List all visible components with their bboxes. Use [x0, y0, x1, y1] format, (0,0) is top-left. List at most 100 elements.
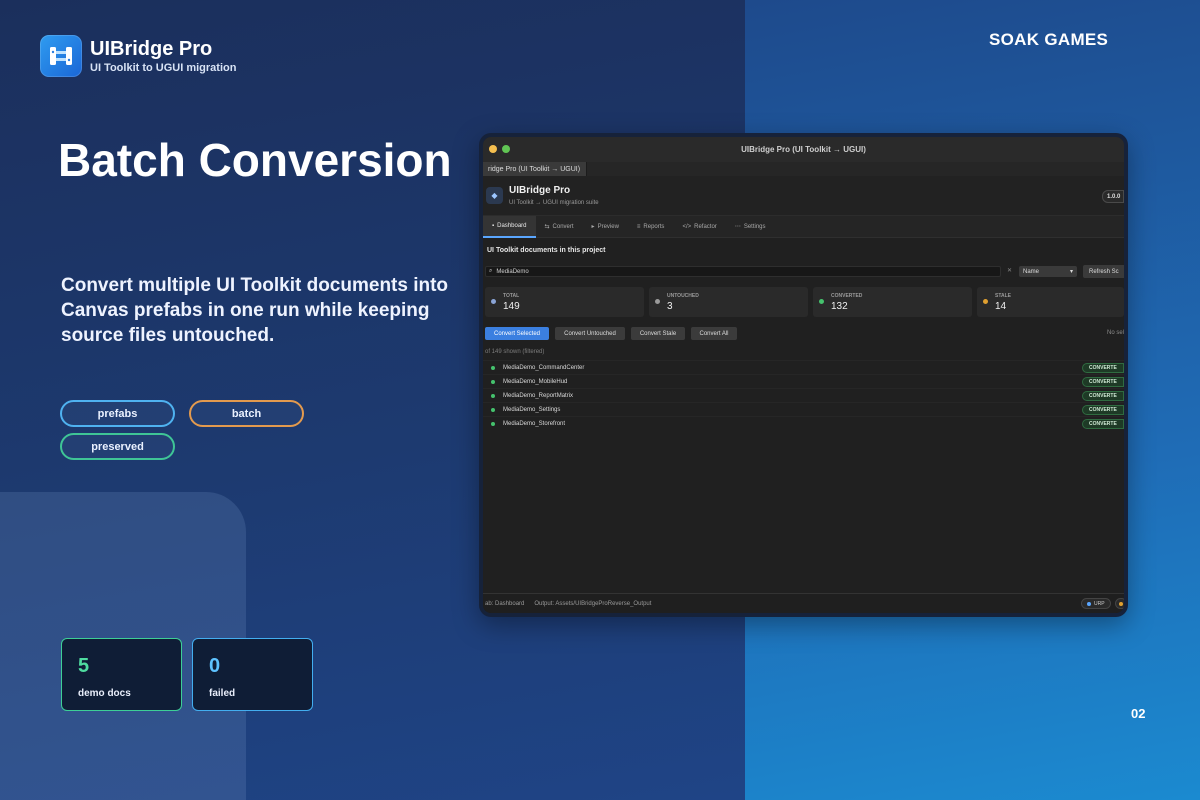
code-icon: </>: [682, 223, 692, 230]
refresh-button[interactable]: Refresh Sc: [1083, 265, 1124, 278]
status-pill-2[interactable]: [1115, 598, 1124, 609]
stat-card-total: TOTAL 149: [485, 287, 644, 317]
window-title: UIBridge Pro (UI Toolkit → UGUI): [741, 145, 866, 154]
stat-demo-docs: 5 demo docs: [61, 638, 182, 711]
stat-card-key: CONVERTED: [831, 293, 863, 299]
tab-label: Reports: [643, 223, 665, 230]
status-dot: [1119, 601, 1123, 606]
page-number: 02: [1131, 706, 1146, 721]
app-subtitle: UI Toolkit → UGUI migration suite: [509, 200, 599, 206]
status-tab: ab: Dashboard: [485, 600, 525, 607]
tab-reports[interactable]: ≡ Reports: [628, 216, 674, 238]
list-item[interactable]: MediaDemo_ReportMatrix CONVERTE: [483, 388, 1124, 402]
tag-preserved: preserved: [60, 433, 175, 460]
tab-refactor[interactable]: </> Refactor: [673, 216, 725, 238]
stat-card-converted: CONVERTED 132: [813, 287, 972, 317]
status-dot: [983, 299, 988, 304]
stat-card-key: TOTAL: [503, 293, 520, 299]
stat-card-stale: STALE 14: [977, 287, 1124, 317]
action-row: Convert Selected Convert Untouched Conve…: [483, 324, 1124, 346]
search-row: ⌕ MediaDemo ✕ Name ▾ Refresh Sc: [483, 265, 1124, 287]
app-header: ◆ UIBridge Pro UI Toolkit → UGUI migrati…: [483, 176, 1124, 216]
app-title: UIBridge Pro: [509, 185, 571, 196]
filter-info: of 149 shown (filtered): [485, 349, 545, 355]
stat-label: demo docs: [78, 688, 131, 699]
tag-prefabs: prefabs: [60, 400, 175, 427]
document-name: MediaDemo_Settings: [503, 406, 561, 413]
nav-tabs: ▪ Dashboard ⇆ Convert ▸ Preview ≡ Report…: [483, 215, 1124, 238]
convert-untouched-button[interactable]: Convert Untouched: [555, 327, 625, 340]
status-dot: [819, 299, 824, 304]
stat-cards: TOTAL 149 UNTOUCHED 3 CONVERTED 132 STAL…: [483, 287, 1124, 321]
tab-settings[interactable]: ⋯ Settings: [726, 216, 775, 238]
stat-card-untouched: UNTOUCHED 3: [649, 287, 808, 317]
stat-label: failed: [209, 688, 236, 699]
editor-tab[interactable]: ridge Pro (UI Toolkit → UGUI): [483, 162, 588, 176]
tag-batch: batch: [189, 400, 304, 427]
status-dot: [491, 365, 495, 370]
document-name: MediaDemo_ReportMatrix: [503, 392, 574, 399]
search-value: MediaDemo: [496, 268, 529, 275]
stat-value: 5: [78, 655, 90, 677]
list-item[interactable]: MediaDemo_CommandCenter CONVERTE: [483, 360, 1124, 374]
app-window-frame: UIBridge Pro (UI Toolkit → UGUI) ridge P…: [479, 133, 1128, 617]
tab-preview[interactable]: ▸ Preview: [583, 216, 628, 238]
tab-label: Preview: [597, 223, 619, 230]
version-badge: 1.0.0: [1102, 190, 1124, 203]
sort-value: Name: [1023, 268, 1040, 275]
list-item[interactable]: MediaDemo_MobileHud CONVERTE: [483, 374, 1124, 388]
editor-tabstrip: ridge Pro (UI Toolkit → UGUI): [483, 162, 1124, 176]
tab-label: Settings: [743, 223, 766, 230]
list-item[interactable]: MediaDemo_Settings CONVERTE: [483, 402, 1124, 416]
window-titlebar: UIBridge Pro (UI Toolkit → UGUI): [483, 137, 1124, 162]
stat-card-value: 14: [995, 301, 1007, 312]
description: Convert multiple UI Toolkit documents in…: [61, 275, 449, 346]
tab-convert[interactable]: ⇆ Convert: [536, 216, 583, 238]
status-badge: CONVERTE: [1082, 391, 1124, 401]
render-pipeline-pill[interactable]: URP: [1081, 598, 1111, 609]
list-item[interactable]: MediaDemo_Storefront CONVERTE: [483, 416, 1124, 430]
sort-dropdown[interactable]: Name ▾: [1019, 266, 1077, 277]
status-badge: CONVERTE: [1082, 377, 1124, 387]
status-bar: ab: Dashboard Output: Assets/UIBridgePro…: [483, 593, 1124, 613]
stat-card-value: 132: [831, 301, 848, 312]
minimize-button[interactable]: [489, 145, 497, 153]
status-badge: CONVERTE: [1082, 419, 1124, 429]
convert-all-button[interactable]: Convert All: [691, 327, 737, 340]
app-icon: ◆: [486, 187, 503, 204]
zoom-button[interactable]: [502, 145, 510, 153]
tab-label: Refactor: [694, 223, 717, 230]
stat-card-key: UNTOUCHED: [667, 293, 699, 299]
app-window: UIBridge Pro (UI Toolkit → UGUI) ridge P…: [483, 137, 1124, 613]
status-output-path: Output: Assets/UIBridgeProReverse_Output: [534, 600, 652, 607]
dashboard-icon: ▪: [492, 222, 495, 229]
document-name: MediaDemo_MobileHud: [503, 378, 568, 385]
stat-value: 0: [209, 655, 221, 677]
tab-label: Convert: [552, 223, 574, 230]
reports-icon: ≡: [636, 223, 641, 230]
convert-stale-button[interactable]: Convert Stale: [631, 327, 685, 340]
status-dot: [491, 393, 495, 398]
clear-search-icon[interactable]: ✕: [1007, 267, 1012, 274]
status-badge: CONVERTE: [1082, 363, 1124, 373]
stat-card-key: STALE: [995, 293, 1012, 299]
status-dot: [491, 407, 495, 412]
selection-status: No sel: [1106, 330, 1124, 336]
stat-failed: 0 failed: [192, 638, 313, 711]
tab-label: Dashboard: [497, 222, 527, 229]
status-dot: [655, 299, 660, 304]
document-name: MediaDemo_Storefront: [503, 420, 566, 427]
section-title: UI Toolkit documents in this project: [487, 247, 606, 254]
preview-icon: ▸: [591, 224, 595, 230]
convert-selected-button[interactable]: Convert Selected: [485, 327, 549, 340]
document-name: MediaDemo_CommandCenter: [503, 364, 585, 371]
traffic-lights: [489, 145, 510, 153]
search-icon: ⌕: [489, 268, 493, 274]
page-title: Batch Conversion: [58, 134, 452, 186]
brand-subtitle: UI Toolkit to UGUI migration: [90, 62, 237, 74]
pill-label: URP: [1094, 600, 1105, 607]
document-list: MediaDemo_CommandCenter CONVERTE MediaDe…: [483, 360, 1124, 430]
more-icon: ⋯: [734, 224, 741, 230]
search-input[interactable]: ⌕ MediaDemo: [485, 266, 1001, 277]
tab-dashboard[interactable]: ▪ Dashboard: [483, 215, 536, 238]
